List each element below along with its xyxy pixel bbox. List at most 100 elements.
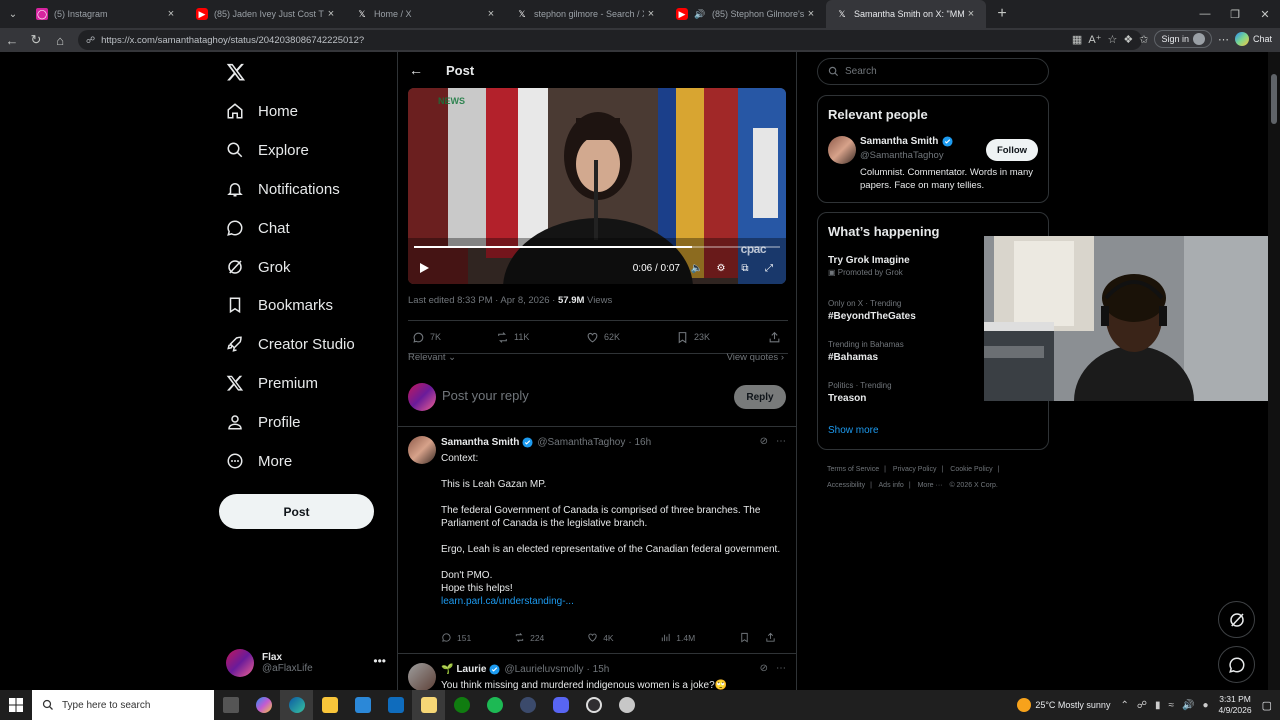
spotify-button[interactable] — [478, 690, 511, 720]
close-icon[interactable]: × — [644, 8, 658, 20]
refresh-icon[interactable]: ↻ — [24, 28, 48, 52]
like-action[interactable]: 4K — [587, 632, 660, 643]
trend-item[interactable]: Trending in Bahamas #Bahamas — [828, 340, 904, 363]
more-dots-icon[interactable]: ⋯ — [776, 663, 786, 674]
nav-item-premium[interactable]: Premium — [226, 368, 318, 398]
nav-item-more[interactable]: More — [226, 446, 292, 476]
new-tab-button[interactable]: + — [990, 5, 1014, 23]
settings-gear-icon[interactable]: ⚙ — [714, 261, 728, 275]
notepad-button[interactable] — [412, 690, 445, 720]
home-page-icon[interactable]: ⌂ — [48, 28, 72, 52]
close-icon[interactable]: × — [324, 8, 338, 20]
trend-item[interactable]: Try Grok Imagine ▣ Promoted by Grok — [828, 255, 910, 277]
fullscreen-icon[interactable]: ⤢ — [762, 261, 776, 275]
person-handle[interactable]: @SamanthaTaghoy — [860, 150, 944, 161]
trend-item[interactable]: Politics · Trending Treason — [828, 381, 892, 404]
app-available-icon[interactable]: ▦ — [1072, 33, 1082, 46]
browser-tab[interactable]: ▶ (85) Jaden Ivey Just Cost The Bulls × — [186, 0, 346, 28]
post-button[interactable]: Post — [219, 494, 374, 529]
author-name[interactable]: Samantha Smith — [441, 437, 519, 448]
sort-dropdown[interactable]: Relevant ⌄ — [408, 352, 456, 363]
network-icon[interactable]: ☍ — [1137, 700, 1147, 711]
reply-post[interactable]: 🌱 Laurie @Laurieluvsmolly · 15h ⊘ ⋯ You … — [398, 655, 796, 690]
nav-item-profile[interactable]: Profile — [226, 407, 301, 437]
footer-link[interactable]: Cookie Policy — [950, 466, 992, 473]
repost-action[interactable]: 224 — [514, 632, 587, 643]
store-button[interactable] — [346, 690, 379, 720]
avatar[interactable] — [408, 663, 436, 690]
avatar[interactable] — [828, 136, 856, 164]
grok-float-button[interactable] — [1218, 601, 1255, 638]
mail-button[interactable] — [379, 690, 412, 720]
close-icon[interactable]: × — [964, 8, 978, 20]
start-button[interactable] — [0, 690, 32, 720]
picture-in-picture-icon[interactable]: ⧉ — [738, 261, 752, 275]
browser-tab[interactable]: ▶ 🔊 (85) Stephon Gilmore's Career × — [666, 0, 826, 28]
browser-tab[interactable]: 𝕏 Home / X × — [346, 0, 506, 28]
like-metric[interactable]: 62K — [586, 331, 676, 344]
url-input[interactable]: ☍ https://x.com/samanthataghoy/status/20… — [78, 30, 1142, 50]
browser-tab[interactable]: ◯ (5) Instagram × — [26, 0, 186, 28]
trend-item[interactable]: Only on X · Trending #BeyondTheGates — [828, 299, 916, 322]
file-explorer-button[interactable] — [313, 690, 346, 720]
footer-link[interactable]: More ··· — [918, 482, 943, 489]
repost-metric[interactable]: 11K — [496, 331, 586, 344]
share-action[interactable] — [765, 632, 781, 643]
account-switcher[interactable]: Flax @aFlaxLife ••• — [226, 646, 386, 680]
settings-more-icon[interactable]: ⋯ — [1218, 33, 1229, 46]
reply-link[interactable]: learn.parl.ca/understanding-... — [441, 596, 574, 607]
author-handle[interactable]: @Laurieluvsmolly — [504, 664, 583, 675]
read-aloud-icon[interactable]: A⁺ — [1088, 33, 1101, 46]
favorites-add-icon[interactable]: ☆ — [1107, 33, 1117, 46]
app-button[interactable] — [511, 690, 544, 720]
footer-link[interactable]: Privacy Policy — [893, 466, 937, 473]
nav-item-chat[interactable]: Chat — [226, 213, 290, 243]
grok-icon[interactable]: ⊘ — [760, 436, 768, 447]
weather-widget[interactable]: 25°C Mostly sunny — [1017, 698, 1110, 712]
app2-button[interactable] — [610, 690, 643, 720]
video-player[interactable]: NEWS cpac 0:06 / 0:07 🔈 ⚙ ⧉ ⤢ — [408, 88, 786, 284]
browser-tab-active[interactable]: 𝕏 Samantha Smith on X: "MMIWG2 × — [826, 0, 986, 28]
page-scrollbar[interactable] — [1268, 52, 1280, 690]
close-icon[interactable]: × — [484, 8, 498, 20]
volume-icon[interactable]: 🔈 — [690, 261, 704, 275]
bookmark-metric[interactable]: 23K — [676, 331, 766, 344]
search-input[interactable]: Search — [817, 58, 1049, 85]
chat-float-button[interactable] — [1218, 646, 1255, 683]
battery-icon[interactable]: ▮ — [1155, 700, 1161, 711]
footer-link[interactable]: Accessibility — [827, 482, 865, 489]
discord-button[interactable] — [544, 690, 577, 720]
chevron-up-icon[interactable]: ⌃ — [1120, 700, 1128, 711]
follow-button[interactable]: Follow — [986, 139, 1038, 161]
x-logo-icon[interactable] — [226, 62, 246, 82]
nav-item-explore[interactable]: Explore — [226, 135, 309, 165]
speaker-icon[interactable]: 🔊 — [694, 8, 706, 20]
maximize-icon[interactable]: ❐ — [1220, 0, 1250, 28]
play-icon[interactable] — [418, 262, 430, 274]
tab-list-button[interactable]: ⌄ — [0, 0, 26, 28]
grok-icon[interactable]: ⊘ — [760, 663, 768, 674]
avatar[interactable] — [408, 436, 436, 464]
footer-link[interactable]: Ads info — [879, 482, 904, 489]
volume-icon[interactable]: 🔊 — [1182, 700, 1194, 711]
sign-in-button[interactable]: Sign in — [1154, 30, 1212, 48]
copilot-taskbar-button[interactable] — [247, 690, 280, 720]
more-dots-icon[interactable]: ••• — [373, 654, 386, 668]
site-info-icon[interactable]: ☍ — [86, 35, 95, 46]
obs-button[interactable] — [577, 690, 610, 720]
reply-action[interactable]: 151 — [441, 632, 514, 643]
view-quotes-link[interactable]: View quotes › — [727, 352, 784, 363]
video-progress-bar[interactable] — [414, 246, 780, 248]
author-name[interactable]: Laurie — [456, 664, 486, 675]
edge-taskbar-button[interactable] — [280, 690, 313, 720]
nav-item-grok[interactable]: Grok — [226, 252, 291, 282]
person-name-row[interactable]: Samantha Smith — [860, 136, 953, 147]
back-icon[interactable]: ← — [0, 28, 24, 52]
more-dots-icon[interactable]: ⋯ — [776, 436, 786, 447]
footer-link[interactable]: Terms of Service — [827, 466, 879, 473]
back-arrow-icon[interactable]: ← — [408, 62, 424, 78]
close-window-icon[interactable]: ✕ — [1250, 0, 1280, 28]
taskbar-search-input[interactable]: Type here to search — [32, 690, 214, 720]
nav-item-bookmarks[interactable]: Bookmarks — [226, 290, 333, 320]
reply-post[interactable]: Samantha Smith @SamanthaTaghoy · 16h ⊘ ⋯… — [398, 428, 796, 654]
